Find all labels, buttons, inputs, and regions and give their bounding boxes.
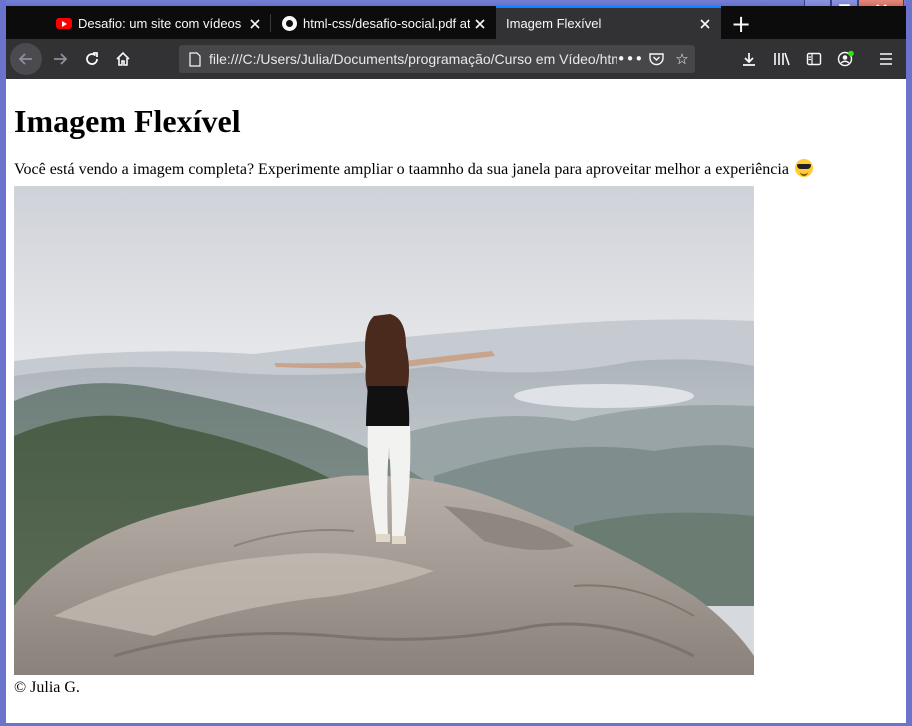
home-button[interactable] xyxy=(107,43,139,75)
arrow-right-icon xyxy=(54,53,68,65)
download-icon xyxy=(743,53,755,66)
page-body: Imagem Flexível Você está vendo a imagem… xyxy=(14,79,898,697)
tab-active[interactable]: Imagem Flexível xyxy=(496,6,721,39)
back-button[interactable] xyxy=(10,43,42,75)
tab-github[interactable]: html-css/desafio-social.pdf at m xyxy=(271,8,496,39)
close-icon xyxy=(250,18,260,29)
pocket-icon[interactable] xyxy=(643,46,669,72)
browser-window: Desafio: um site com vídeos - G html-css… xyxy=(0,0,912,726)
tab-close-button[interactable] xyxy=(695,14,715,34)
account-icon xyxy=(837,50,854,67)
copyright-caption: © Julia G. xyxy=(14,679,80,696)
page-icon xyxy=(187,51,203,67)
tab-title: Imagem Flexível xyxy=(506,16,602,31)
url-bar[interactable]: file:///C:/Users/Julia/Documents/program… xyxy=(179,45,695,73)
arrow-left-icon xyxy=(18,53,32,65)
navigation-toolbar: file:///C:/Users/Julia/Documents/program… xyxy=(6,39,906,79)
youtube-icon xyxy=(56,16,72,32)
sidebar-icon xyxy=(806,52,822,66)
close-icon xyxy=(700,18,710,29)
intro-text: Você está vendo a imagem completa? Exper… xyxy=(14,161,789,178)
reload-button[interactable] xyxy=(76,43,108,75)
tab-title: html-css/desafio-social.pdf at m xyxy=(303,16,470,31)
library-button[interactable] xyxy=(766,43,798,75)
sunglasses-emoji-icon xyxy=(794,159,813,177)
close-icon xyxy=(475,18,485,29)
tab-title: Desafio: um site com vídeos - G xyxy=(78,16,245,31)
account-button[interactable] xyxy=(830,43,862,75)
library-icon xyxy=(774,52,790,66)
tab-bar: Desafio: um site com vídeos - G html-css… xyxy=(6,6,906,39)
home-icon xyxy=(116,51,130,66)
sidebar-button[interactable] xyxy=(798,43,830,75)
bookmark-star-icon[interactable]: ☆ xyxy=(669,46,695,72)
tab-youtube[interactable]: Desafio: um site com vídeos - G xyxy=(46,8,271,39)
intro-paragraph: Você está vendo a imagem completa? Exper… xyxy=(14,159,898,180)
window-frame-right xyxy=(906,0,912,726)
page-viewport: Imagem Flexível Você está vendo a imagem… xyxy=(6,79,906,723)
tab-close-button[interactable] xyxy=(245,14,265,34)
forward-button[interactable] xyxy=(44,43,76,75)
reload-icon xyxy=(86,52,98,65)
tab-close-button[interactable] xyxy=(470,14,490,34)
new-tab-button[interactable]: + xyxy=(726,10,756,38)
hamburger-menu-icon xyxy=(880,53,892,65)
downloads-button[interactable] xyxy=(733,43,765,75)
woman-on-mountain-photo xyxy=(14,186,754,675)
github-icon xyxy=(281,16,297,32)
page-title: Imagem Flexível xyxy=(14,103,241,139)
menu-button[interactable] xyxy=(870,43,902,75)
page-actions-icon[interactable]: ••• xyxy=(617,46,644,72)
url-text[interactable]: file:///C:/Users/Julia/Documents/program… xyxy=(209,51,617,67)
